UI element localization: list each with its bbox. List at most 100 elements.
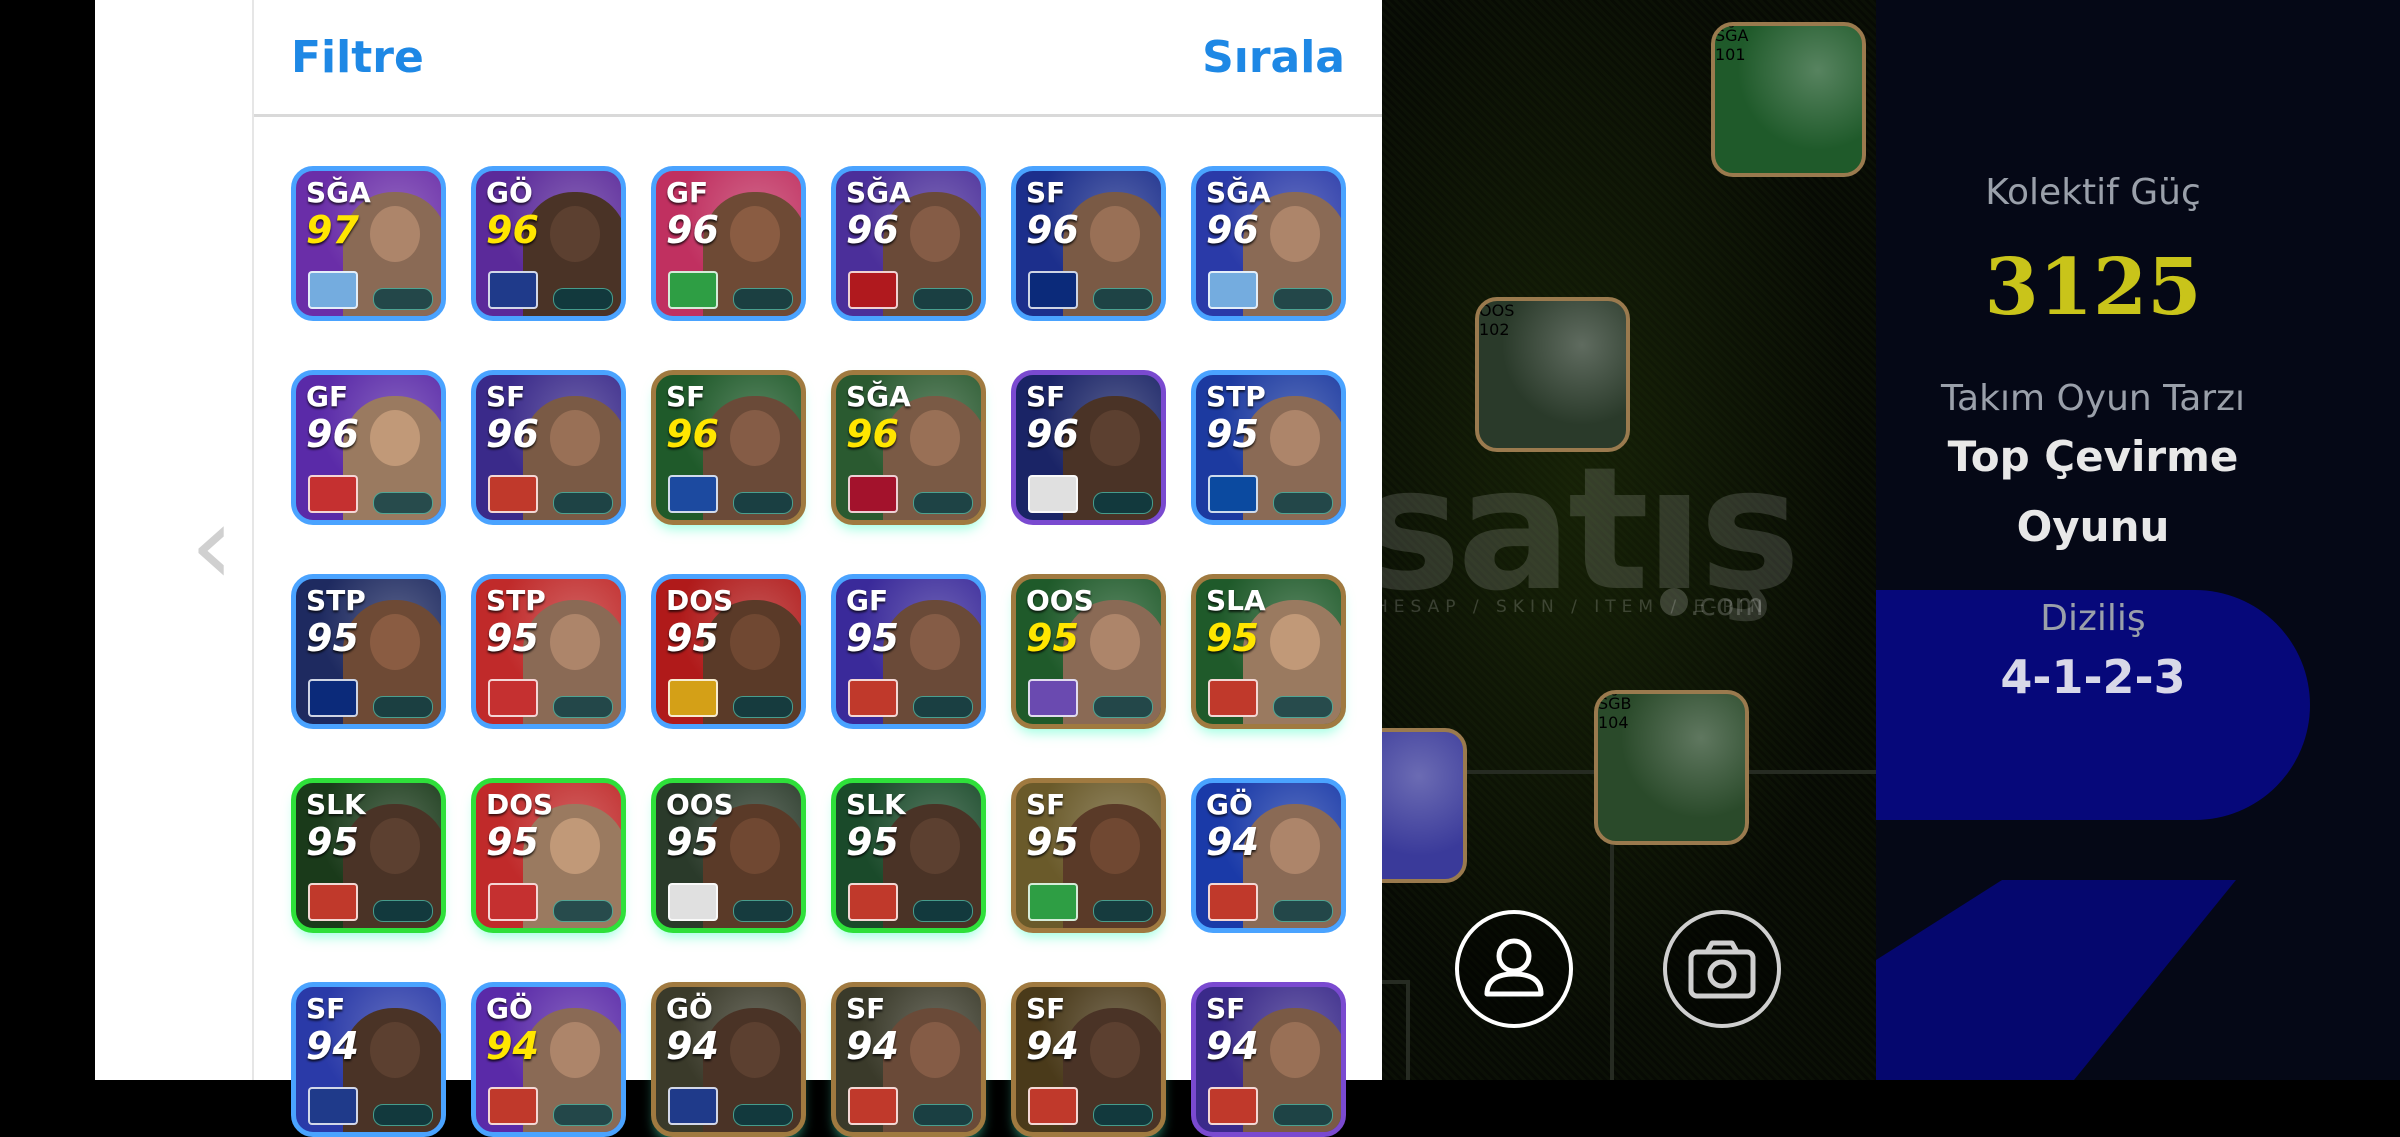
player-card[interactable]: SF 96 xyxy=(1011,166,1166,321)
club-emblem-icon xyxy=(1208,475,1258,513)
player-position: GÖ xyxy=(1206,788,1253,821)
player-card[interactable]: SĞA 97 xyxy=(291,166,446,321)
player-card[interactable]: DOS 95 xyxy=(651,574,806,729)
player-position: SF xyxy=(846,992,886,1025)
booster-badge-icon xyxy=(913,492,973,514)
player-card[interactable]: SLK 95 xyxy=(831,778,986,933)
player-rating: 96 xyxy=(846,412,899,456)
player-card[interactable]: OOS 95 xyxy=(651,778,806,933)
player-rating: 96 xyxy=(306,412,359,456)
player-card[interactable]: OOS 102 xyxy=(1475,297,1630,452)
player-card[interactable]: SF 96 xyxy=(1011,370,1166,525)
booster-badge-icon xyxy=(1273,696,1333,718)
player-card[interactable]: STP 95 xyxy=(291,574,446,729)
sort-button[interactable]: Sırala xyxy=(1202,32,1345,83)
player-card[interactable]: GF 95 xyxy=(831,574,986,729)
player-rating: 94 xyxy=(306,1024,359,1068)
player-card[interactable]: SF 96 xyxy=(471,370,626,525)
booster-badge-icon xyxy=(1273,1104,1333,1126)
booster-badge-icon xyxy=(1273,492,1333,514)
player-card[interactable]: SĞA 96 xyxy=(831,370,986,525)
player-card[interactable]: SF 94 xyxy=(1011,982,1166,1137)
chevron-left-icon[interactable]: ‹ xyxy=(190,490,234,600)
club-emblem-icon xyxy=(668,883,718,921)
player-card[interactable]: GÖ 96 xyxy=(471,166,626,321)
player-rating: 96 xyxy=(1206,208,1259,252)
player-card[interactable]: STP 95 xyxy=(1191,370,1346,525)
booster-badge-icon xyxy=(553,696,613,718)
club-emblem-icon xyxy=(848,271,898,309)
player-card[interactable]: GÖ 94 xyxy=(471,982,626,1137)
player-card[interactable]: SF 96 xyxy=(651,370,806,525)
club-emblem-icon xyxy=(1208,679,1258,717)
club-emblem-icon xyxy=(1208,1087,1258,1125)
player-rating: 96 xyxy=(666,412,719,456)
camera-button[interactable] xyxy=(1663,910,1781,1028)
formation-label: Diziliş xyxy=(2040,598,2146,639)
player-card[interactable]: OOS 95 xyxy=(1011,574,1166,729)
player-position: DOS xyxy=(486,788,554,821)
player-card[interactable]: GÖ 94 xyxy=(1191,778,1346,933)
club-emblem-icon xyxy=(308,679,358,717)
player-rating: 96 xyxy=(486,208,539,252)
player-rating: 96 xyxy=(1026,208,1079,252)
club-emblem-icon xyxy=(1208,883,1258,921)
player-card[interactable]: SĞA 101 xyxy=(1711,22,1866,177)
player-rating: 94 xyxy=(1026,1024,1079,1068)
player-rating: 95 xyxy=(1206,412,1259,456)
player-position: OOS xyxy=(1479,301,1515,320)
player-position: DOS xyxy=(666,584,734,617)
booster-badge-icon xyxy=(1093,1104,1153,1126)
formation-value[interactable]: 4-1-2-3 xyxy=(1893,650,2293,704)
player-card[interactable]: SĞA 96 xyxy=(831,166,986,321)
player-rating: 96 xyxy=(666,208,719,252)
team-style-value-line1: Top Çevirme xyxy=(1947,432,2239,481)
club-emblem-icon xyxy=(668,475,718,513)
player-card[interactable]: SF 94 xyxy=(291,982,446,1137)
player-position: SĞA xyxy=(846,380,911,413)
booster-badge-icon xyxy=(1093,900,1153,922)
player-card[interactable]: SF 94 xyxy=(831,982,986,1137)
player-card[interactable]: GF 96 xyxy=(651,166,806,321)
club-emblem-icon xyxy=(488,475,538,513)
player-position: SLK xyxy=(306,788,366,821)
player-position: GÖ xyxy=(486,176,533,209)
player-card[interactable]: STP 95 xyxy=(471,574,626,729)
player-position: GF xyxy=(666,176,709,209)
team-info-panel: Kolektif Güç 3125 Takım Oyun Tarzı Top Ç… xyxy=(1876,0,2400,1080)
club-emblem-icon xyxy=(308,883,358,921)
player-position: SF xyxy=(1026,992,1066,1025)
player-position: SĞA xyxy=(1715,26,1749,45)
player-position: SĞA xyxy=(306,176,371,209)
player-position: GF xyxy=(846,584,889,617)
player-card[interactable]: SLA 95 xyxy=(1191,574,1346,729)
player-position: OOS xyxy=(1026,584,1094,617)
player-card[interactable]: SF 94 xyxy=(1191,982,1346,1137)
booster-badge-icon xyxy=(553,1104,613,1126)
player-rating: 94 xyxy=(486,1024,539,1068)
booster-badge-icon xyxy=(1093,288,1153,310)
player-card[interactable]: SĞA 96 xyxy=(1191,166,1346,321)
player-rating: 94 xyxy=(1206,1024,1259,1068)
player-card[interactable]: GF 96 xyxy=(291,370,446,525)
club-emblem-icon xyxy=(668,679,718,717)
player-card[interactable]: DOS 95 xyxy=(471,778,626,933)
booster-badge-icon xyxy=(373,1104,433,1126)
booster-badge-icon xyxy=(913,288,973,310)
player-position: GF xyxy=(306,380,349,413)
club-emblem-icon xyxy=(488,883,538,921)
player-rating: 95 xyxy=(306,616,359,660)
profile-button[interactable] xyxy=(1455,910,1573,1028)
player-position: SF xyxy=(1206,992,1246,1025)
booster-badge-icon xyxy=(733,696,793,718)
filter-button[interactable]: Filtre xyxy=(291,32,424,83)
booster-badge-icon xyxy=(553,492,613,514)
booster-badge-icon xyxy=(913,696,973,718)
booster-badge-icon xyxy=(373,288,433,310)
player-card[interactable]: SF 95 xyxy=(1011,778,1166,933)
booster-badge-icon xyxy=(733,900,793,922)
player-rating: 95 xyxy=(1026,820,1079,864)
player-card[interactable]: SLK 95 xyxy=(291,778,446,933)
player-card[interactable]: GÖ 94 xyxy=(651,982,806,1137)
player-card[interactable]: SĞB 104 xyxy=(1594,690,1749,845)
